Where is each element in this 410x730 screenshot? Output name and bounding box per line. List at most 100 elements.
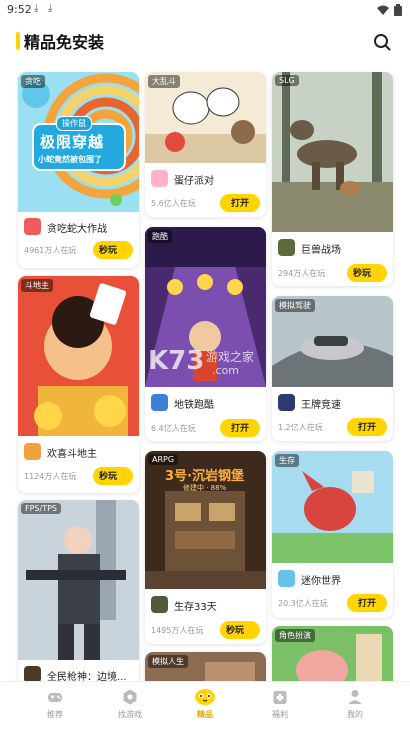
game-card[interactable]: SLG 巨兽战场 294万人在玩 秒玩⚡ [272, 72, 393, 286]
gift-icon [273, 691, 287, 704]
game-card[interactable]: 模拟驾驶 王牌竞速 1.2亿人在玩 打开 [272, 296, 393, 441]
wifi-icon [377, 5, 389, 15]
status-bar: 9:52 ⤓ ⤓ [0, 0, 410, 20]
app-icon [24, 443, 41, 460]
game-card[interactable]: 生存 迷你世界 20.3亿人在玩 打开 [272, 451, 393, 618]
download-icon: ⤓ [34, 3, 39, 14]
player-count: 6.4亿人在玩 [151, 424, 196, 433]
button-label: 秒玩 [99, 245, 118, 255]
game-cover-mini-world: 生存 [272, 451, 393, 563]
open-button[interactable]: 打开 [220, 419, 260, 437]
banner-subtitle: 小蛇竟然被包围了 [38, 155, 102, 164]
button-label: 秒玩 [353, 268, 372, 278]
game-tag: 大乱斗 [148, 75, 180, 88]
player-count: 20.3亿人在玩 [278, 599, 328, 608]
app-icon [278, 570, 295, 587]
game-tag: FPS/TPS [21, 503, 61, 514]
button-label: 秒玩 [99, 471, 118, 481]
app-icon [24, 218, 41, 235]
header: 精品免安装 [0, 22, 410, 62]
game-name: 王牌竞速 [301, 400, 341, 411]
banner-badge: 操作鼠 [56, 116, 92, 131]
gamepad-icon [48, 693, 62, 702]
app-icon [151, 394, 168, 411]
open-button[interactable]: 打开 [220, 194, 260, 212]
game-card[interactable]: 跑酷 地铁跑酷 6.4亿人在玩 打开 [145, 227, 266, 441]
page-title: 精品免安装 [24, 33, 105, 52]
nav-label: 我的 [347, 710, 363, 719]
game-tag: 生存 [275, 454, 299, 467]
game-cover-subway-surfers: 跑酷 [145, 227, 266, 387]
banner-title: 3号·沉岩钢堡 [165, 469, 244, 484]
game-cover-ace-racer: 模拟驾驶 [272, 296, 393, 387]
game-card[interactable]: FPS/TPS 全民枪神：边境... [18, 500, 139, 690]
game-cover-beast-battlefield: SLG [272, 72, 393, 232]
app-icon [151, 170, 168, 187]
game-name: 巨兽战场 [301, 245, 341, 256]
game-cover-survive-33-days: ARPG 3号·沉岩钢堡 修建中 · 88% [145, 451, 266, 589]
status-time: 9:52 [7, 3, 32, 16]
player-count: 1124万人在玩 [24, 472, 77, 481]
player-count: 4961万人在玩 [24, 246, 77, 255]
nav-label: 精品 [197, 710, 213, 719]
open-button[interactable]: 打开 [347, 594, 387, 612]
open-button[interactable]: 打开 [347, 418, 387, 436]
nav-item-mine[interactable]: 我的 [325, 688, 385, 720]
game-name: 贪吃蛇大作战 [47, 224, 107, 235]
nav-label: 找游戏 [118, 710, 142, 719]
lightning-icon: ⚡ [371, 269, 381, 278]
game-cover-snake: 贪吃 操作鼠 极限穿越 小蛇竟然被包围了 [18, 72, 139, 212]
game-card[interactable]: 斗地主 欢喜斗地主 1124万人在玩 秒玩⚡ [18, 276, 139, 493]
game-tag: 跑酷 [148, 230, 172, 243]
instant-play-button[interactable]: 秒玩⚡ [93, 467, 133, 485]
app-icon [151, 596, 168, 613]
lightning-icon: ⚡ [244, 626, 254, 635]
game-cover-landlord: 斗地主 [18, 276, 139, 436]
compass-icon [123, 689, 137, 705]
game-name: 迷你世界 [301, 576, 341, 587]
nav-label: 推荐 [47, 710, 63, 719]
lightning-icon: ⚡ [117, 472, 127, 481]
game-card[interactable]: 大乱斗 蛋仔派对 5.6亿人在玩 打开 [145, 72, 266, 217]
player-count: 1495万人在玩 [151, 626, 204, 635]
banner-subtitle: 修建中 · 88% [183, 484, 227, 492]
game-card[interactable]: 贪吃 操作鼠 极限穿越 小蛇竟然被包围了 贪吃蛇大作战 4961万人在玩 秒玩⚡ [18, 72, 139, 268]
app-icon [278, 394, 295, 411]
app-icon [278, 239, 295, 256]
game-name: 地铁跑酷 [174, 400, 214, 411]
game-tag: ARPG [148, 454, 179, 465]
instant-play-button[interactable]: 秒玩⚡ [220, 621, 260, 639]
battery-icon [394, 4, 402, 16]
game-tag: 斗地主 [21, 279, 53, 292]
nav-item-recommend[interactable]: 推荐 [25, 688, 85, 720]
nav-label: 福利 [272, 710, 288, 719]
game-name: 欢喜斗地主 [47, 449, 97, 460]
search-icon[interactable] [372, 32, 392, 52]
button-label: 秒玩 [226, 625, 245, 635]
lightning-icon: ⚡ [117, 246, 127, 255]
game-cover-shooter: FPS/TPS [18, 500, 139, 660]
game-name: 生存33天 [174, 602, 217, 613]
user-icon [348, 690, 362, 704]
instant-play-button[interactable]: 秒玩⚡ [93, 241, 133, 259]
game-name: 蛋仔派对 [174, 176, 214, 187]
nav-item-featured[interactable]: 精品 [175, 688, 235, 720]
game-tag: 角色扮演 [275, 629, 315, 642]
player-count: 5.6亿人在玩 [151, 199, 196, 208]
game-cover-eggy-party: 大乱斗 [145, 72, 266, 163]
mascot-icon [195, 689, 215, 705]
banner-title: 极限穿越 [40, 133, 105, 151]
download-icon: ⤓ [48, 3, 53, 14]
nav-item-welfare[interactable]: 福利 [250, 688, 310, 720]
game-tag: 贪吃 [21, 75, 45, 88]
nav-item-find-games[interactable]: 找游戏 [100, 688, 160, 720]
instant-play-button[interactable]: 秒玩⚡ [347, 264, 387, 282]
bottom-nav: 推荐 找游戏 精品 福利 我的 [0, 681, 410, 730]
game-tag: SLG [275, 75, 299, 86]
game-tag: 模拟人生 [148, 655, 188, 668]
game-tag: 模拟驾驶 [275, 299, 315, 312]
player-count: 1.2亿人在玩 [278, 423, 323, 432]
player-count: 294万人在玩 [278, 269, 326, 278]
game-card[interactable]: ARPG 3号·沉岩钢堡 修建中 · 88% 生存33天 1495万人在玩 秒玩… [145, 451, 266, 644]
title-accent-bar [16, 32, 20, 50]
